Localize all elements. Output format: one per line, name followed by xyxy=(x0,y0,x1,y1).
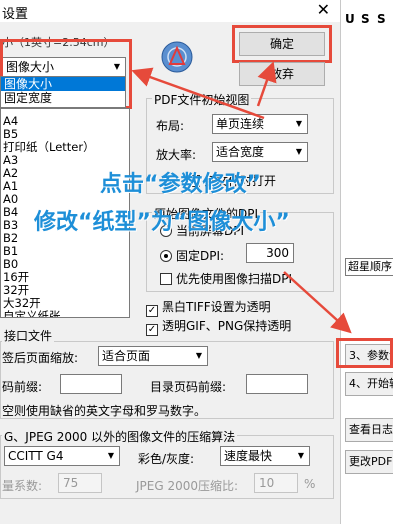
arrow-to-ok xyxy=(256,61,277,107)
arrow-to-params xyxy=(283,271,352,334)
arrow-to-paper xyxy=(131,67,265,120)
annotation-line1: 点击“参数修改” xyxy=(100,172,261,197)
callout-arrows xyxy=(131,61,352,334)
annotation-line2: 修改“纸型”为“图像大小” xyxy=(34,210,290,235)
